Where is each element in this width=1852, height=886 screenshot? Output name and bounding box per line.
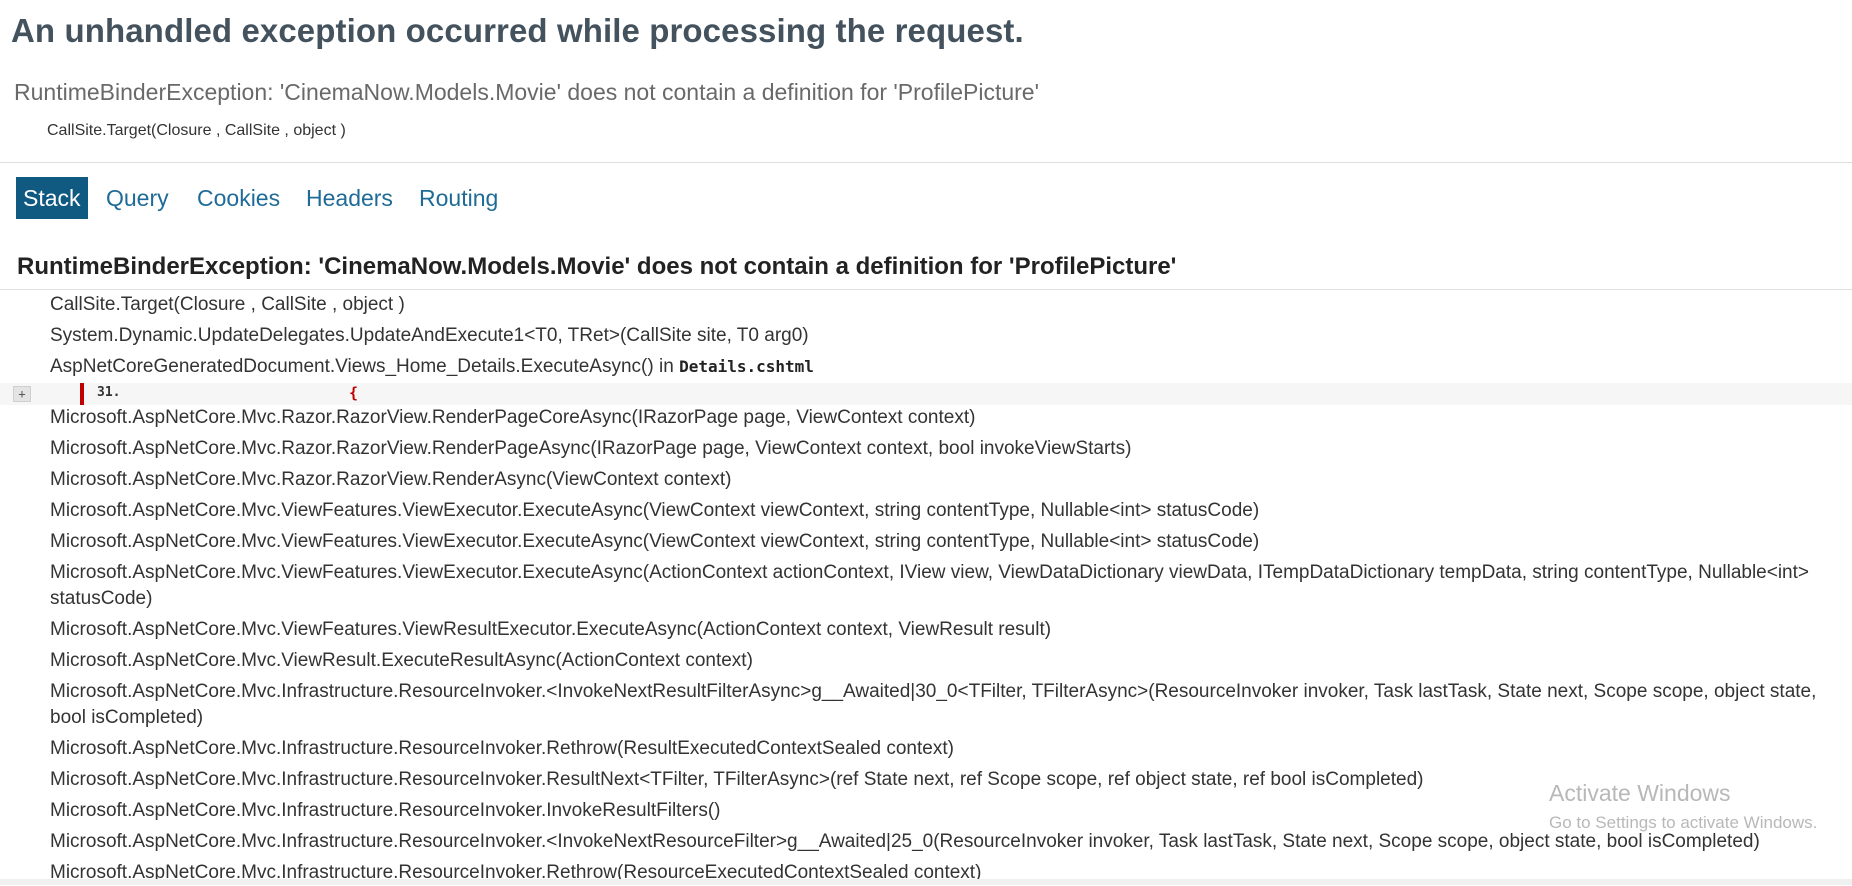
tab-headers[interactable]: Headers — [306, 177, 393, 219]
error-message: RuntimeBinderException: 'CinemaNow.Model… — [14, 79, 1039, 105]
activation-watermark: Activate Windows Go to Settings to activ… — [1549, 780, 1817, 833]
stack-frame: Microsoft.AspNetCore.Mvc.Razor.RazorView… — [50, 407, 976, 428]
tab-cookies[interactable]: Cookies — [197, 177, 280, 219]
stack-frame: Microsoft.AspNetCore.Mvc.Infrastructure.… — [50, 738, 954, 759]
error-line-marker — [80, 383, 84, 405]
watermark-title: Activate Windows — [1549, 780, 1731, 806]
tab-query[interactable]: Query — [106, 177, 169, 219]
horizontal-scrollbar[interactable] — [0, 879, 1852, 885]
tab-routing[interactable]: Routing — [419, 177, 498, 219]
exception-header: RuntimeBinderException: 'CinemaNow.Model… — [17, 253, 1177, 280]
stack-frame: Microsoft.AspNetCore.Mvc.Infrastructure.… — [50, 681, 1817, 728]
stack-frame: System.Dynamic.UpdateDelegates.UpdateAnd… — [50, 325, 809, 346]
watermark-subtitle: Go to Settings to activate Windows. — [1549, 813, 1818, 832]
stack-frame: Microsoft.AspNetCore.Mvc.ViewFeatures.Vi… — [50, 619, 1052, 640]
error-page: An unhandled exception occurred while pr… — [0, 0, 1852, 885]
stack-frame: Microsoft.AspNetCore.Mvc.ViewFeatures.Vi… — [50, 500, 1260, 521]
line-code: { — [349, 384, 359, 402]
stack-frame: Microsoft.AspNetCore.Mvc.Razor.RazorView… — [50, 438, 1132, 459]
frame-file: Details.cshtml — [679, 357, 814, 376]
frame-method: AspNetCoreGeneratedDocument.Views_Home_D… — [50, 356, 680, 377]
stack-frame: Microsoft.AspNetCore.Mvc.ViewFeatures.Vi… — [50, 531, 1260, 552]
error-location: CallSite.Target(Closure , CallSite , obj… — [47, 122, 346, 139]
expand-source-button[interactable]: + — [13, 386, 31, 402]
stack-frame: Microsoft.AspNetCore.Mvc.ViewFeatures.Vi… — [50, 562, 1810, 609]
stack-frame: Microsoft.AspNetCore.Mvc.Razor.RazorView… — [50, 469, 732, 490]
divider — [0, 289, 1852, 290]
line-number: 31. — [97, 385, 121, 400]
stack-frame: AspNetCoreGeneratedDocument.Views_Home_D… — [50, 354, 1830, 380]
tab-stack[interactable]: Stack — [16, 177, 88, 219]
divider — [0, 162, 1852, 163]
page-title: An unhandled exception occurred while pr… — [11, 12, 1024, 49]
stack-frame: Microsoft.AspNetCore.Mvc.ViewResult.Exec… — [50, 650, 753, 671]
source-code-line: + 31. { — [0, 383, 1852, 405]
stack-frame: CallSite.Target(Closure , CallSite , obj… — [50, 294, 405, 315]
